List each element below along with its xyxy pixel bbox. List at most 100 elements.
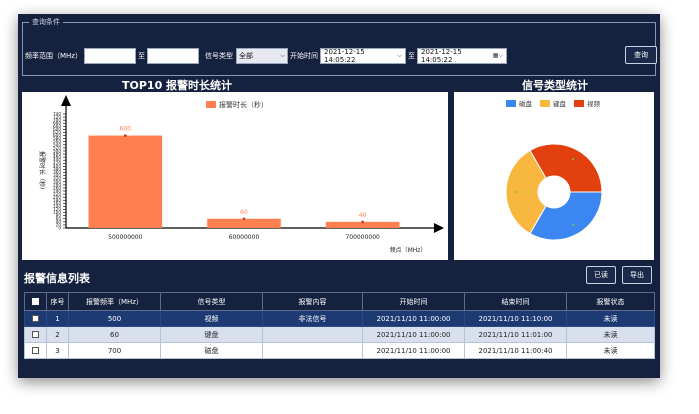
bar-point <box>361 220 364 224</box>
table-header-row: 序号 报警频率（MHz） 信号类型 报警内容 开始时间 结束时间 报警状态 <box>24 292 655 311</box>
row-checkbox[interactable] <box>32 331 39 338</box>
table-cell: 3 <box>46 342 69 359</box>
column-header[interactable]: 报警频率（MHz） <box>68 292 161 311</box>
legend-swatch <box>206 101 216 108</box>
table-row[interactable]: 2 60 键盘 2021/11/10 11:00:00 2021/11/10 1… <box>24 326 655 343</box>
legend-label: 磁盘 <box>519 99 533 108</box>
y-axis-arrow <box>61 95 71 106</box>
row-checkbox[interactable] <box>32 315 39 322</box>
table-cell: 700 <box>68 342 161 359</box>
start-time-label: 开始时间 <box>289 52 318 60</box>
bar <box>207 218 281 228</box>
end-time-picker[interactable]: 2021-12-15 14:05:22 ▦⌵ <box>416 48 507 64</box>
query-panel: 查询条件 频率范围（MHz） 至 信号类型 全部 ⌵ 开始时间 2021-12-… <box>22 17 657 76</box>
table-cell: 非法信号 <box>262 310 363 327</box>
select-all-checkbox[interactable] <box>32 298 39 305</box>
table-cell: 2021/11/10 11:00:00 <box>362 342 465 359</box>
table-cell: 2021/11/10 11:00:40 <box>464 342 567 359</box>
table-cell: 磁盘 <box>160 342 263 359</box>
table-cell: 2 <box>46 326 69 343</box>
to-label-2: 至 <box>407 52 415 60</box>
table-cell: 未读 <box>566 342 655 359</box>
chevron-down-icon: ⌵ <box>280 52 285 59</box>
table-cell: 2021/11/10 11:10:00 <box>464 310 567 327</box>
bar <box>88 135 163 228</box>
table-cell: 未读 <box>566 310 655 327</box>
row-checkbox-cell[interactable] <box>24 342 47 359</box>
table-row[interactable]: 1 500 视频 非法信号 2021/11/10 11:00:00 2021/1… <box>24 310 655 327</box>
y-tick-label: 740 <box>53 112 61 117</box>
table-cell: 2021/11/10 11:00:00 <box>362 310 465 327</box>
bar-point <box>242 217 246 221</box>
row-checkbox[interactable] <box>32 347 39 354</box>
table-cell: 1 <box>46 310 69 327</box>
table-cell: 60 <box>68 326 161 343</box>
x-tick-label: 60000000 <box>229 234 260 241</box>
column-header[interactable]: 结束时间 <box>464 292 567 311</box>
pie-chart-title: 信号类型统计 <box>522 79 588 92</box>
table-cell: 500 <box>68 310 161 327</box>
column-header[interactable]: 报警状态 <box>566 292 655 311</box>
table-row[interactable]: 3 700 磁盘 2021/11/10 11:00:00 2021/11/10 … <box>24 342 655 359</box>
legend-label: 视频 <box>587 99 601 108</box>
x-axis-label: 频点（MHz） <box>390 246 427 254</box>
column-header[interactable]: 信号类型 <box>160 292 263 311</box>
alarm-list-title: 报警信息列表 <box>24 272 90 285</box>
alarm-table: 序号 报警频率（MHz） 信号类型 报警内容 开始时间 结束时间 报警状态 1 … <box>24 292 655 359</box>
bar-chart-title: TOP10 报警时长统计 <box>122 79 233 92</box>
query-row: 频率范围（MHz） 至 信号类型 全部 ⌵ 开始时间 2021-12-15 14… <box>25 48 507 64</box>
x-axis-arrow <box>434 223 444 233</box>
start-time-value: 2021-12-15 14:05:22 <box>323 48 365 64</box>
legend-swatch <box>540 100 550 107</box>
x-tick-label: 700000000 <box>345 234 380 241</box>
table-cell <box>262 342 363 359</box>
legend-swatch <box>506 100 516 107</box>
freq-to-input[interactable] <box>146 48 199 64</box>
chevron-down-icon: ⌵ <box>397 52 402 59</box>
pie-slice-marker <box>515 191 517 193</box>
table-cell: 2021/11/10 11:01:00 <box>464 326 567 343</box>
row-checkbox-cell[interactable] <box>24 326 47 343</box>
table-cell: 2021/11/10 11:00:00 <box>362 326 465 343</box>
calendar-icon: ▦⌵ <box>492 52 503 59</box>
table-cell <box>262 326 363 343</box>
column-header[interactable]: 开始时间 <box>362 292 465 311</box>
signal-type-label: 信号类型 <box>204 52 233 60</box>
bar-data-label: 60 <box>240 209 248 216</box>
mark-read-button[interactable]: 已读 <box>586 266 616 284</box>
row-checkbox-cell[interactable] <box>24 310 47 327</box>
export-button[interactable]: 导出 <box>622 266 652 284</box>
x-tick-label: 500000000 <box>108 234 143 241</box>
legend-label: 报警时长（秒） <box>219 100 268 109</box>
pie-slice-marker <box>572 223 574 226</box>
signal-type-select[interactable]: 全部 ⌵ <box>235 48 288 64</box>
table-cell: 视频 <box>160 310 263 327</box>
end-time-value: 2021-12-15 14:05:22 <box>420 48 462 64</box>
bar-data-label: 600 <box>120 126 132 133</box>
bar-data-label: 40 <box>359 212 367 219</box>
pie-chart-panel: 磁盘 键盘 视频 <box>454 92 654 260</box>
pie-slice <box>529 191 603 241</box>
query-legend: 查询条件 <box>29 17 63 27</box>
column-header[interactable]: 报警内容 <box>262 292 363 311</box>
bar-point <box>124 134 127 137</box>
signal-type-value: 全部 <box>238 52 253 60</box>
table-cell: 键盘 <box>160 326 263 343</box>
search-button[interactable]: 查询 <box>625 46 657 64</box>
start-time-picker[interactable]: 2021-12-15 14:05:22 ⌵ <box>319 48 406 64</box>
bar-chart: 报警时长（秒）020406080100120140160180200220240… <box>38 95 444 254</box>
legend-swatch <box>574 100 584 107</box>
legend-label: 键盘 <box>553 99 567 108</box>
column-header[interactable]: 序号 <box>46 292 69 311</box>
y-axis-label: 报警时长（秒） <box>38 151 46 193</box>
table-cell: 未读 <box>566 326 655 343</box>
to-label-1: 至 <box>137 52 145 60</box>
select-all-header[interactable] <box>24 292 47 311</box>
bar-chart-panel: 报警时长（秒） 0 20 40 60 80 100 120 140 160 180 200 220 240… <box>22 92 448 260</box>
freq-from-input[interactable] <box>83 48 136 64</box>
pie-chart: 磁盘 键盘 视频 <box>505 99 603 241</box>
pie-slice-marker <box>572 158 574 161</box>
pie-slice <box>529 143 603 193</box>
freq-range-label: 频率范围（MHz） <box>25 52 82 60</box>
alarm-dashboard: 查询条件 频率范围（MHz） 至 信号类型 全部 ⌵ 开始时间 2021-12-… <box>18 14 660 378</box>
